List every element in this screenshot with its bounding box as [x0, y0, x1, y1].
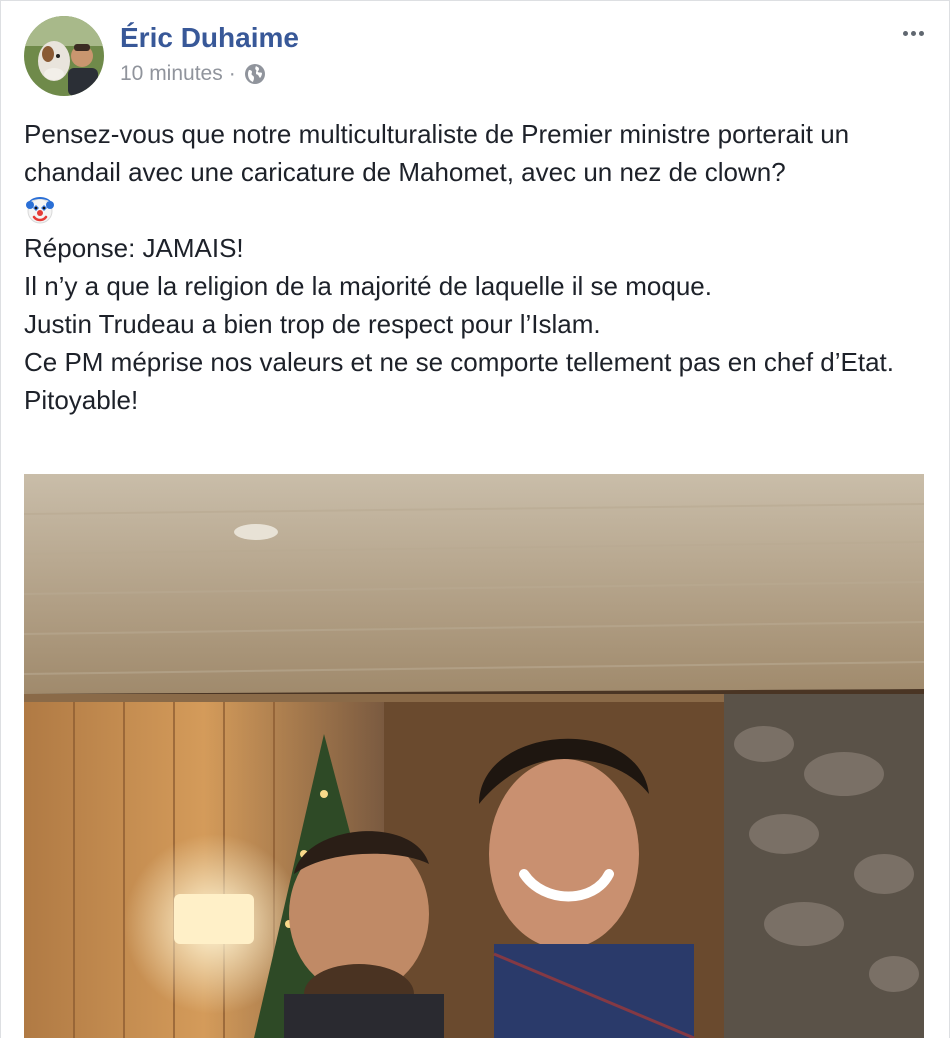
photo-image: [24, 474, 924, 1038]
post-body: Pensez-vous que notre multiculturaliste …: [24, 115, 929, 419]
clown-face-emoji: [26, 197, 54, 224]
post-meta: 10 minutes ·: [120, 62, 266, 86]
post-text-line: Pensez-vous que notre multiculturaliste …: [24, 119, 850, 187]
post-text-line: Réponse: JAMAIS!: [24, 233, 244, 263]
meta-separator: ·: [228, 62, 236, 85]
post-text-line: Il n’y a que la religion de la majorité …: [24, 271, 712, 301]
post-photo[interactable]: [24, 474, 924, 1038]
author-name-link[interactable]: Éric Duhaime: [120, 22, 299, 54]
globe-icon[interactable]: [244, 63, 266, 85]
author-avatar[interactable]: [24, 16, 104, 96]
avatar-photo: [24, 16, 104, 96]
more-options-icon[interactable]: [898, 18, 928, 48]
post-text-line: Justin Trudeau a bien trop de respect po…: [24, 309, 601, 339]
post-timestamp[interactable]: 10 minutes: [120, 62, 223, 86]
post-text-line: Pitoyable!: [24, 385, 139, 415]
post-text-line: Ce PM méprise nos valeurs et ne se compo…: [24, 347, 894, 377]
